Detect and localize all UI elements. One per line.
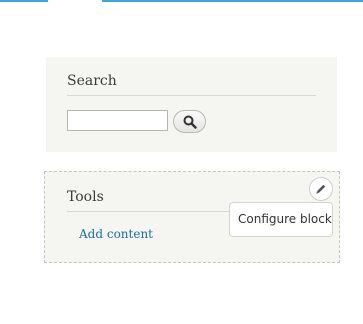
search-icon xyxy=(183,115,197,129)
search-input[interactable] xyxy=(67,110,168,131)
add-content-link[interactable]: Add content xyxy=(79,227,153,241)
search-block: Search xyxy=(46,57,337,152)
configure-block-link[interactable]: Configure block xyxy=(238,212,332,226)
contextual-menu: Configure block xyxy=(229,202,333,237)
top-accent-bar-right xyxy=(102,0,363,2)
top-accent-bar-left xyxy=(0,0,48,2)
search-block-title: Search xyxy=(67,73,316,96)
search-submit-button[interactable] xyxy=(173,110,206,133)
contextual-edit-button[interactable] xyxy=(309,177,333,201)
pencil-icon xyxy=(316,184,326,194)
